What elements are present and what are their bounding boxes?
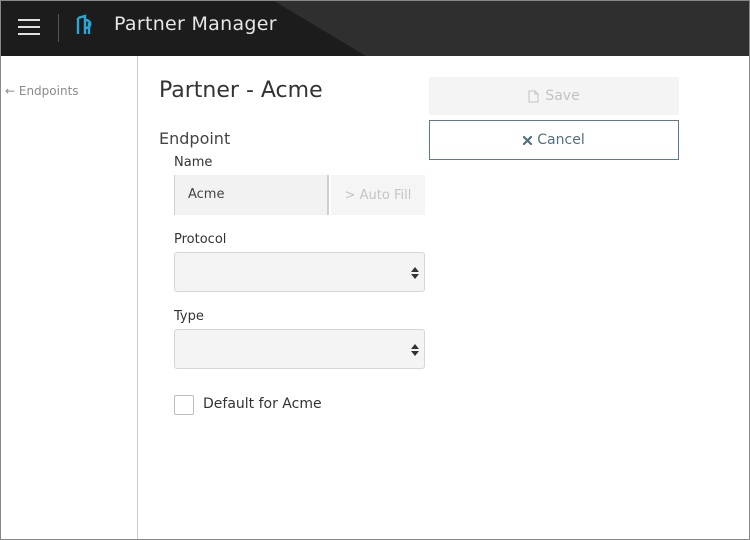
protocol-label: Protocol	[174, 232, 227, 247]
section-title: Endpoint	[159, 129, 231, 148]
select-arrows-icon	[411, 344, 419, 356]
back-to-endpoints-link[interactable]: ← Endpoints	[5, 84, 79, 98]
default-checkbox-label: Default for Acme	[203, 396, 322, 412]
cancel-button[interactable]: Cancel	[429, 120, 679, 160]
name-input[interactable]: Acme	[174, 175, 329, 215]
sidebar: ← Endpoints	[1, 56, 138, 539]
auto-fill-button[interactable]: > Auto Fill	[331, 175, 425, 215]
document-icon	[528, 90, 539, 102]
default-checkbox[interactable]	[174, 395, 194, 415]
app-logo-icon	[76, 14, 92, 34]
protocol-select[interactable]	[174, 252, 425, 292]
select-arrows-icon	[411, 267, 419, 279]
save-button-label: Save	[545, 88, 580, 104]
type-select[interactable]	[174, 329, 425, 369]
name-label: Name	[174, 155, 213, 170]
header-divider	[58, 14, 59, 42]
app-title: Partner Manager	[114, 13, 277, 35]
save-button[interactable]: Save	[429, 77, 679, 115]
hamburger-menu-icon[interactable]	[18, 16, 40, 38]
close-icon	[523, 135, 533, 145]
type-label: Type	[174, 309, 204, 324]
cancel-button-label: Cancel	[537, 132, 585, 148]
top-bar: Partner Manager	[1, 1, 749, 56]
page-title: Partner - Acme	[159, 78, 323, 103]
